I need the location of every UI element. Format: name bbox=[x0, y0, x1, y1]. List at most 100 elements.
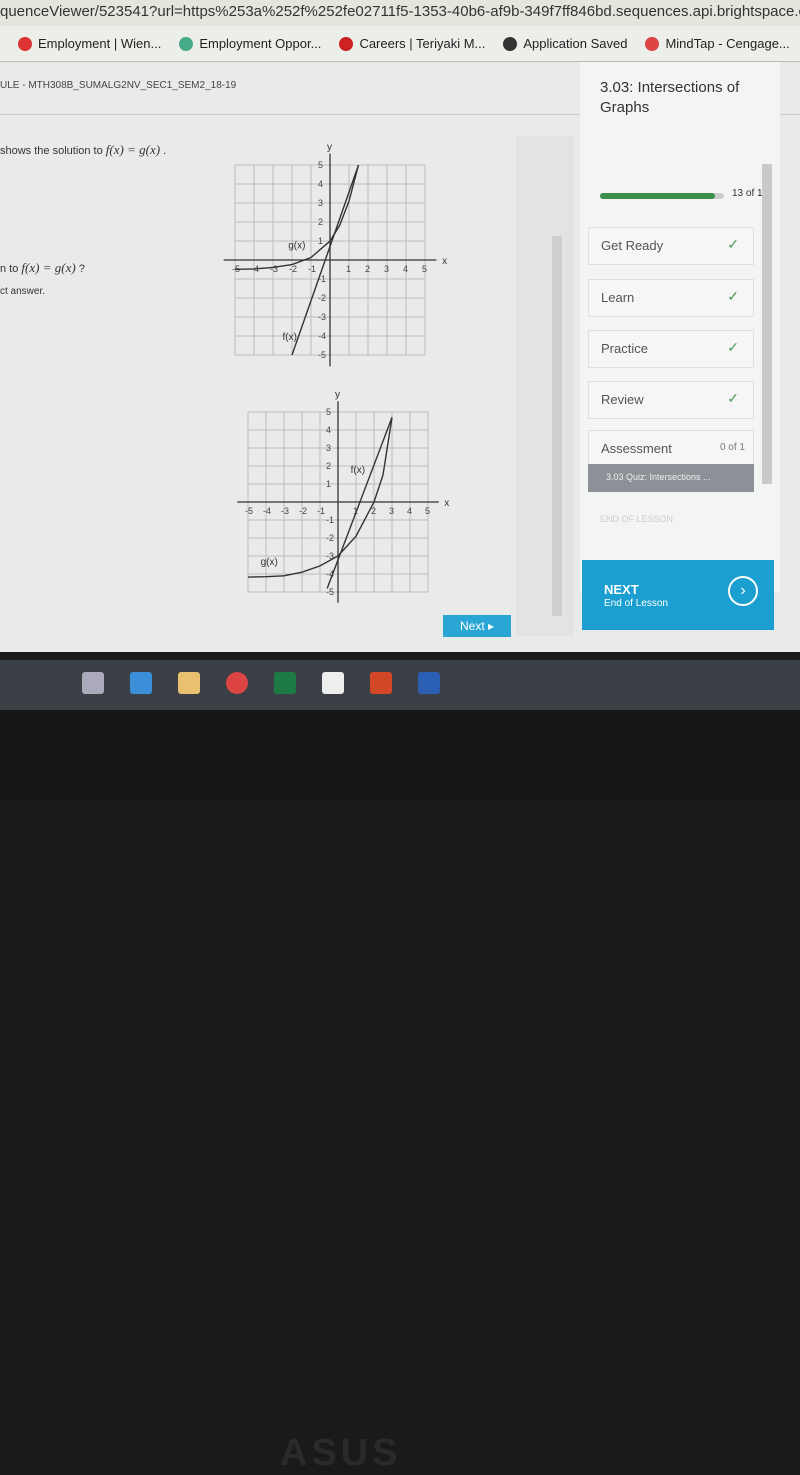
x-tick-label: 4 bbox=[403, 264, 408, 274]
section-label: Practice bbox=[601, 341, 648, 356]
y-tick-label: 5 bbox=[318, 160, 323, 170]
bookmark-label: Application Saved bbox=[523, 36, 628, 51]
bookmark-favicon-icon bbox=[503, 36, 518, 51]
series-label: g(x) bbox=[288, 241, 305, 252]
powerpoint-icon[interactable] bbox=[370, 672, 392, 694]
bookmark-favicon-icon bbox=[339, 36, 354, 51]
y-tick-label: 3 bbox=[326, 443, 331, 453]
x-tick-label: 5 bbox=[422, 264, 427, 274]
lesson-title: 3.03: Intersections of Graphs bbox=[600, 79, 740, 116]
course-title: ULE - MTH308B_SUMALG2NV_SEC1_SEM2_18-19 bbox=[0, 80, 237, 91]
section-label: Get Ready bbox=[601, 238, 664, 253]
bookmark[interactable]: Employment Oppor... bbox=[179, 36, 321, 51]
content-scrollbar[interactable] bbox=[516, 136, 574, 636]
store-icon[interactable] bbox=[322, 672, 344, 694]
x-axis-label: x bbox=[444, 498, 449, 509]
x-tick-label: 5 bbox=[425, 506, 430, 516]
lesson-section-assessment[interactable]: Assessment 0 of 1 bbox=[588, 430, 754, 468]
y-tick-label: -1 bbox=[326, 515, 334, 525]
y-tick-label: 4 bbox=[326, 425, 331, 435]
check-icon: ✓ bbox=[727, 236, 739, 252]
y-tick-label: 1 bbox=[326, 479, 331, 489]
check-icon: ✓ bbox=[727, 339, 739, 355]
bookmark[interactable]: Careers | Teriyaki M... bbox=[339, 36, 485, 51]
y-tick-label: -2 bbox=[326, 533, 334, 543]
bookmark-label: Employment Oppor... bbox=[199, 36, 322, 51]
x-tick-label: -5 bbox=[245, 506, 253, 516]
quiz-link[interactable]: 3.03 Quiz: Intersections ... bbox=[588, 464, 754, 492]
taskbar bbox=[0, 660, 800, 710]
x-tick-label: -2 bbox=[299, 506, 307, 516]
bookmark-label: Careers | Teriyaki M... bbox=[359, 36, 486, 51]
section-label: Learn bbox=[601, 290, 635, 305]
lesson-section-learn[interactable]: Learn ✓ bbox=[588, 279, 754, 317]
x-tick-label: 1 bbox=[346, 264, 351, 274]
lesson-sidebar: 3.03: Intersections of Graphs 13 of 14 G… bbox=[580, 62, 780, 592]
bookmark-favicon-icon bbox=[18, 36, 32, 51]
series-label: g(x) bbox=[261, 557, 278, 568]
series-label: f(x) bbox=[351, 465, 365, 476]
address-bar[interactable]: quenceViewer/523541?url=https%253a%252f%… bbox=[0, 0, 800, 26]
graph-2: xy-5-5-4-4-3-3-2-2-1-11122334455f(x)g(x) bbox=[237, 390, 449, 603]
scroll-thumb[interactable] bbox=[552, 236, 562, 616]
x-tick-label: 3 bbox=[389, 506, 394, 516]
y-tick-label: 1 bbox=[318, 236, 323, 246]
y-tick-label: 5 bbox=[326, 407, 331, 417]
y-tick-label: -2 bbox=[318, 293, 326, 303]
question-instruction: ct answer. bbox=[0, 286, 46, 297]
x-tick-label: 2 bbox=[365, 264, 370, 274]
chrome-icon[interactable] bbox=[226, 672, 248, 694]
file-explorer-icon[interactable] bbox=[178, 672, 200, 694]
check-icon: ✓ bbox=[727, 288, 739, 304]
y-tick-label: 3 bbox=[318, 198, 323, 208]
progress-bar bbox=[600, 193, 724, 199]
section-label: Assessment bbox=[601, 441, 672, 456]
x-axis-label: x bbox=[442, 256, 447, 267]
asus-logo: ASUS bbox=[280, 1432, 402, 1474]
y-tick-label: -5 bbox=[318, 350, 326, 360]
y-axis-label: y bbox=[327, 142, 332, 153]
x-tick-label: 4 bbox=[407, 506, 412, 516]
next-title: NEXT bbox=[604, 582, 639, 597]
section-count: 0 of 1 bbox=[719, 442, 745, 453]
y-tick-label: 2 bbox=[318, 217, 323, 227]
bookmark[interactable]: Application Saved bbox=[503, 36, 627, 51]
bookmark-label: Employment | Wien... bbox=[38, 36, 162, 51]
x-tick-label: -4 bbox=[263, 506, 271, 516]
chevron-right-icon: › bbox=[728, 576, 758, 606]
next-question-button[interactable]: Next ▸ bbox=[443, 615, 511, 637]
lesson-section-practice[interactable]: Practice ✓ bbox=[588, 330, 754, 368]
y-tick-label: 4 bbox=[318, 179, 323, 189]
section-label: Review bbox=[601, 392, 644, 407]
excel-icon[interactable] bbox=[274, 672, 296, 694]
graph-1: xy-5-5-4-4-3-3-2-2-1-11122334455f(x)g(x) bbox=[223, 142, 447, 367]
x-tick-label: -3 bbox=[281, 506, 289, 516]
bookmark[interactable]: MindTap - Cengage... bbox=[645, 36, 790, 51]
bookmark-favicon-icon bbox=[179, 36, 194, 51]
y-tick-label: -5 bbox=[326, 587, 334, 597]
task-view-icon[interactable] bbox=[82, 672, 104, 694]
y-tick-label: 2 bbox=[326, 461, 331, 471]
lesson-section-get-ready[interactable]: Get Ready ✓ bbox=[588, 227, 754, 265]
next-subtitle: End of Lesson bbox=[604, 598, 668, 609]
bookmarks-bar: Employment | Wien... Employment Oppor... C… bbox=[0, 26, 800, 62]
series-label: f(x) bbox=[283, 332, 297, 343]
end-of-lesson: END OF LESSON bbox=[600, 514, 674, 524]
word-icon[interactable] bbox=[418, 672, 440, 694]
next-end-of-lesson-button[interactable]: NEXT End of Lesson › bbox=[582, 560, 774, 630]
series-fx bbox=[326, 417, 393, 589]
bookmark[interactable]: Employment | Wien... bbox=[18, 36, 161, 51]
y-axis-label: y bbox=[335, 390, 340, 401]
x-tick-label: -1 bbox=[308, 264, 316, 274]
y-tick-label: -4 bbox=[318, 331, 326, 341]
lesson-section-review[interactable]: Review ✓ bbox=[588, 381, 754, 419]
internet-explorer-icon[interactable] bbox=[130, 672, 152, 694]
question-text: shows the solution to f(x) = g(x) . bbox=[0, 142, 167, 157]
check-icon: ✓ bbox=[727, 390, 739, 406]
x-tick-label: -1 bbox=[317, 506, 325, 516]
bookmark-favicon-icon bbox=[645, 36, 660, 51]
question-prompt: n to f(x) = g(x) ? bbox=[0, 260, 85, 275]
x-tick-label: 3 bbox=[384, 264, 389, 274]
x-tick-label: -3 bbox=[270, 264, 278, 274]
sidebar-scrollbar[interactable] bbox=[762, 164, 772, 484]
